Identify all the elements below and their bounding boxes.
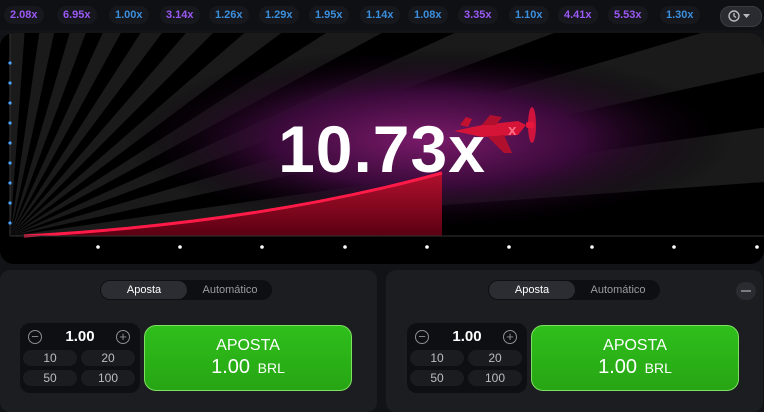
history-toggle-button[interactable] bbox=[720, 6, 762, 27]
history-item: 1.10x bbox=[509, 6, 549, 24]
tab-aposta[interactable]: Aposta bbox=[101, 281, 187, 299]
decrease-stake-button[interactable]: − bbox=[28, 330, 42, 344]
game-canvas: X 10.73x bbox=[0, 33, 764, 264]
history-item: 6.95x bbox=[57, 6, 97, 24]
bet-mode-tabs: Aposta Automático bbox=[488, 280, 660, 300]
quick-stake-100[interactable]: 100 bbox=[81, 370, 135, 386]
bet-button-label: APOSTA bbox=[216, 337, 280, 354]
bet-panel-2: Aposta Automático − 1.00 + 10 20 50 100 … bbox=[386, 270, 763, 412]
bet-button-amount: 1.00 BRL bbox=[211, 356, 285, 378]
stake-control: − 1.00 + 10 20 50 100 bbox=[407, 323, 527, 393]
history-item: 1.14x bbox=[360, 6, 400, 24]
increase-stake-button[interactable]: + bbox=[116, 330, 130, 344]
multiplier-history-bar: 2.08x 6.95x 1.00x 3.14x 1.26x 1.29x 1.95… bbox=[0, 0, 764, 30]
stake-control: − 1.00 + 10 20 50 100 bbox=[20, 323, 140, 393]
quick-stake-100[interactable]: 100 bbox=[468, 370, 522, 386]
quick-stake-10[interactable]: 10 bbox=[23, 350, 77, 366]
tab-automatico[interactable]: Automático bbox=[576, 281, 660, 299]
quick-stake-20[interactable]: 20 bbox=[468, 350, 522, 366]
chevron-down-icon bbox=[743, 14, 750, 18]
quick-stake-50[interactable]: 50 bbox=[23, 370, 77, 386]
stake-value[interactable]: 1.00 bbox=[50, 328, 110, 345]
history-item: 1.00x bbox=[109, 6, 149, 24]
remove-panel-button[interactable] bbox=[736, 282, 756, 300]
stake-value[interactable]: 1.00 bbox=[437, 328, 497, 345]
history-item: 1.08x bbox=[408, 6, 448, 24]
history-item: 5.53x bbox=[608, 6, 648, 24]
history-item: 4.41x bbox=[558, 6, 598, 24]
history-item: 1.95x bbox=[309, 6, 349, 24]
quick-stake-20[interactable]: 20 bbox=[81, 350, 135, 366]
quick-stake-10[interactable]: 10 bbox=[410, 350, 464, 366]
history-item: 2.08x bbox=[4, 6, 44, 24]
current-multiplier: 10.73x bbox=[278, 112, 486, 186]
history-item: 3.14x bbox=[160, 6, 200, 24]
increase-stake-button[interactable]: + bbox=[503, 330, 517, 344]
history-icon bbox=[728, 10, 740, 22]
quick-stake-50[interactable]: 50 bbox=[410, 370, 464, 386]
history-item: 3.35x bbox=[458, 6, 498, 24]
bet-button-label: APOSTA bbox=[603, 337, 667, 354]
history-item: 1.26x bbox=[209, 6, 249, 24]
minus-icon bbox=[741, 290, 751, 292]
bet-button-amount: 1.00 BRL bbox=[598, 356, 672, 378]
decrease-stake-button[interactable]: − bbox=[415, 330, 429, 344]
place-bet-button[interactable]: APOSTA 1.00 BRL bbox=[531, 325, 739, 391]
history-item: 1.29x bbox=[259, 6, 299, 24]
tab-automatico[interactable]: Automático bbox=[188, 281, 272, 299]
history-item: 1.30x bbox=[660, 6, 700, 24]
bet-mode-tabs: Aposta Automático bbox=[100, 280, 272, 300]
bet-panel-1: Aposta Automático − 1.00 + 10 20 50 100 … bbox=[0, 270, 377, 412]
place-bet-button[interactable]: APOSTA 1.00 BRL bbox=[144, 325, 352, 391]
tab-aposta[interactable]: Aposta bbox=[489, 281, 575, 299]
